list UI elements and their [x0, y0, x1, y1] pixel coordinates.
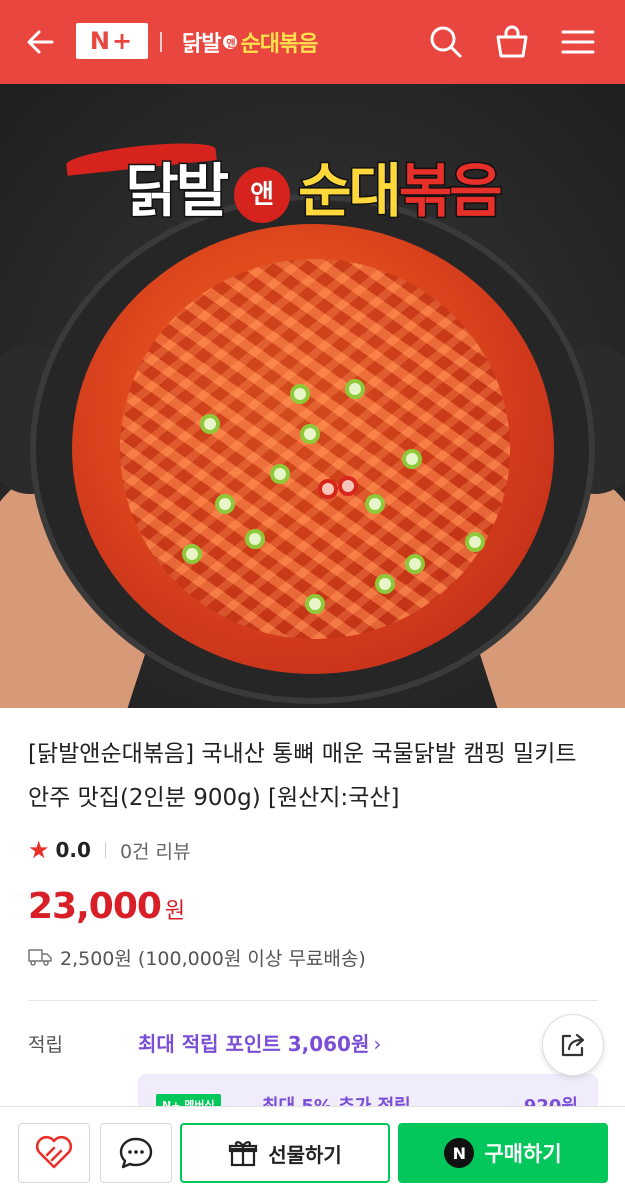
talk-button[interactable]	[100, 1123, 172, 1183]
store-name-part1: 닭발	[182, 32, 221, 57]
pepper-slice	[375, 574, 395, 594]
heart-icon	[35, 1135, 73, 1169]
price: 23,000 원	[28, 886, 185, 932]
product-image-carousel[interactable]: 닭발앤순대볶음 1/6	[0, 84, 625, 708]
chicken-feet-image	[120, 259, 510, 639]
product-title: [닭발앤순대볶음] 국내산 통뼈 매운 국물닭발 캠핑 밀키트 안주 맛집(2인…	[28, 741, 577, 811]
back-arrow-icon[interactable]	[22, 24, 58, 60]
pepper-slice	[200, 414, 220, 434]
pepper-slice	[345, 379, 365, 399]
bottom-action-bar: 선물하기 N 구매하기	[0, 1106, 625, 1200]
search-icon[interactable]	[426, 22, 466, 62]
hero-title-part3: 볶음	[397, 156, 504, 227]
store-name-part2: 순대볶음	[240, 32, 318, 57]
pepper-slice	[270, 464, 290, 484]
points-label: 적립	[28, 1034, 63, 1056]
red-pepper-slice	[318, 479, 338, 499]
pepper-slice	[290, 384, 310, 404]
hero-title-connector: 앤	[234, 166, 291, 223]
shipping-info: 2,500원 (100,000원 이상 무료배송)	[28, 942, 366, 972]
star-icon: ★	[28, 836, 50, 864]
hero-title: 닭발 앤 순대볶음	[0, 144, 625, 228]
review-count[interactable]: 0건 리뷰	[120, 837, 191, 864]
pepper-slice	[300, 424, 320, 444]
buy-label: 구매하기	[484, 1142, 562, 1166]
pepper-slice	[305, 594, 325, 614]
naver-plus-logo[interactable]: N+	[76, 23, 148, 59]
rating-separator	[104, 842, 106, 858]
header-divider	[160, 32, 162, 52]
pepper-slice	[182, 544, 202, 564]
hero-title-part2: 순대	[297, 156, 404, 227]
max-points-link[interactable]: 최대 적립 포인트 3,060원 ›	[138, 1028, 381, 1057]
pepper-slice	[215, 494, 235, 514]
chevron-right-icon: ›	[373, 1032, 382, 1056]
store-name-connector: 앤	[223, 35, 238, 50]
buy-button[interactable]: N 구매하기	[398, 1123, 608, 1183]
pepper-slice	[402, 449, 422, 469]
red-pepper-slice	[338, 476, 358, 496]
truck-icon	[28, 949, 52, 966]
rating-score: 0.0	[55, 838, 91, 862]
pepper-slice	[245, 529, 265, 549]
like-button[interactable]	[18, 1123, 90, 1183]
section-divider	[28, 1000, 598, 1001]
hero-title-part1: 닭발	[124, 156, 231, 227]
max-points-text: 최대 적립 포인트 3,060원	[138, 1032, 370, 1056]
chat-bubble-icon	[119, 1137, 153, 1169]
naver-pay-icon: N	[444, 1138, 475, 1168]
pepper-slice	[405, 554, 425, 574]
share-icon	[561, 1033, 585, 1057]
hamburger-menu-icon[interactable]	[558, 22, 598, 62]
store-name[interactable]: 닭발 앤 순대볶음	[182, 24, 318, 60]
gift-label: 선물하기	[268, 1142, 342, 1167]
gift-button[interactable]: 선물하기	[180, 1123, 390, 1183]
pepper-slice	[365, 494, 385, 514]
shipping-text: 2,500원 (100,000원 이상 무료배송)	[60, 947, 366, 970]
price-unit: 원	[164, 899, 186, 924]
gift-icon	[229, 1141, 258, 1167]
top-header: N+ 닭발 앤 순대볶음	[0, 0, 625, 84]
price-value: 23,000	[28, 886, 162, 927]
share-button[interactable]	[542, 1014, 604, 1076]
shopping-bag-icon[interactable]	[492, 22, 532, 62]
pepper-slice	[465, 532, 485, 552]
rating-row[interactable]: ★ 0.0 0건 리뷰	[28, 834, 191, 866]
